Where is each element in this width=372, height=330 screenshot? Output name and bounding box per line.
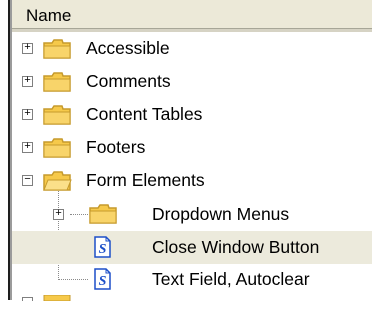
column-header-name[interactable]: Name <box>12 0 372 29</box>
column-header-label: Name <box>26 6 72 25</box>
folder-icon <box>43 295 71 301</box>
expand-toggle[interactable] <box>22 109 33 120</box>
folder-icon <box>43 39 71 59</box>
tree-item-label: Footers <box>86 137 146 157</box>
script-file-icon: S <box>94 236 111 258</box>
tree-item-label: Close Window Button <box>152 237 320 257</box>
expand-toggle[interactable] <box>22 142 33 153</box>
folder-icon <box>43 105 71 125</box>
tree-item-comments[interactable]: Comments <box>12 65 372 98</box>
expand-toggle[interactable] <box>22 43 33 54</box>
tree-item-accessible[interactable]: Accessible <box>12 32 372 65</box>
tree-item-label: Dropdown Menus <box>152 204 290 224</box>
tree-item-footers[interactable]: Footers <box>12 131 372 164</box>
folder-icon <box>43 72 71 92</box>
tree-item-dropdown-menus[interactable]: Dropdown Menus <box>12 198 372 231</box>
folder-icon <box>43 138 71 158</box>
expand-toggle[interactable] <box>22 297 33 301</box>
tree-item-partial[interactable] <box>12 295 372 330</box>
collapse-toggle[interactable] <box>22 175 33 186</box>
tree-item-label: Comments <box>86 71 171 91</box>
script-file-icon: S <box>94 268 111 290</box>
tree-item-text-field-autoclear[interactable]: S Text Field, Autoclear <box>12 264 372 297</box>
expand-toggle[interactable] <box>53 209 64 220</box>
tree-item-label: Accessible <box>86 38 170 58</box>
expand-toggle[interactable] <box>22 76 33 87</box>
file-tree: Accessible Comments Content Tables Foote… <box>12 32 372 301</box>
folder-icon <box>89 204 117 224</box>
tree-item-form-elements[interactable]: Form Elements <box>12 164 372 197</box>
open-folder-icon <box>43 171 72 191</box>
tree-item-label: Text Field, Autoclear <box>152 269 310 289</box>
tree-item-close-window-button[interactable]: S Close Window Button <box>12 231 372 264</box>
svg-text:S: S <box>99 242 107 257</box>
tree-item-label: Content Tables <box>86 104 203 124</box>
svg-text:S: S <box>99 274 107 289</box>
tree-item-content-tables[interactable]: Content Tables <box>12 98 372 131</box>
tree-item-label: Form Elements <box>86 170 205 190</box>
window-frame <box>0 0 8 300</box>
